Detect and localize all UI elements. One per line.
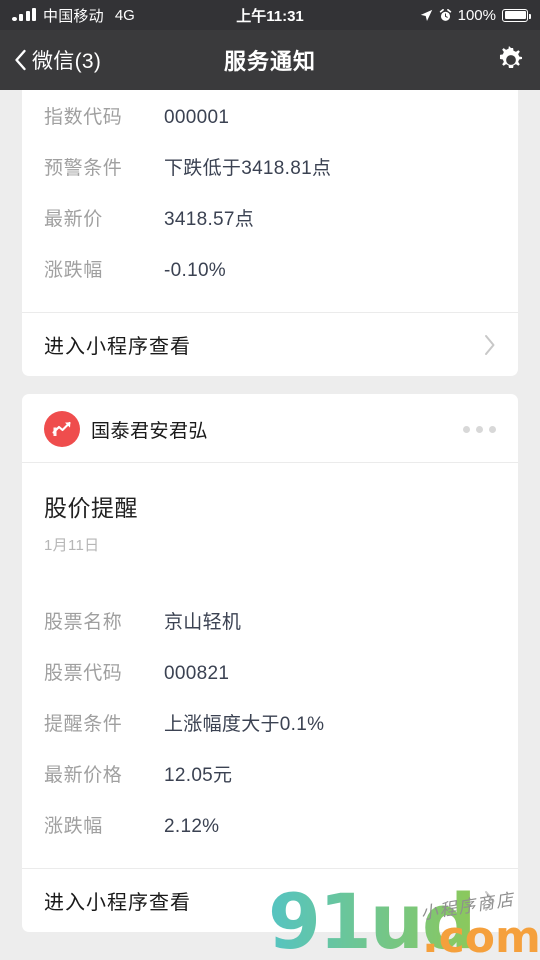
open-miniprogram-button[interactable]: 进入小程序查看 (22, 312, 518, 376)
open-miniprogram-button[interactable]: 进入小程序查看 (22, 868, 518, 932)
back-button[interactable]: 微信(3) (14, 45, 101, 75)
chevron-left-icon (15, 49, 26, 71)
table-row: 提醒条件 上涨幅度大于0.1% (44, 709, 496, 736)
phone-screen: 中国移动 4G 上午11:31 100% 微信(3) 服务通知 指数代码 000… (0, 0, 540, 960)
row-key: 最新价格 (44, 765, 123, 786)
row-value: 12.05元 (164, 765, 233, 786)
battery-percent-label: 100% (457, 6, 496, 24)
battery-icon (502, 8, 531, 22)
table-row: 指数代码 000001 (44, 102, 496, 129)
notification-list[interactable]: 指数代码 000001 预警条件 下跌低于3418.81点 最新价 3418.5… (0, 90, 540, 960)
open-miniprogram-label: 进入小程序查看 (44, 892, 191, 914)
row-value: 3418.57点 (164, 209, 255, 230)
row-value: 2.12% (164, 816, 220, 837)
card-body: 指数代码 000001 预警条件 下跌低于3418.81点 最新价 3418.5… (22, 90, 518, 312)
row-key: 提醒条件 (44, 714, 123, 735)
signal-bars-icon (12, 8, 36, 21)
row-key: 涨跌幅 (44, 816, 103, 837)
row-key: 最新价 (44, 209, 103, 230)
chevron-right-icon (485, 890, 495, 911)
table-row: 股票代码 000821 (44, 658, 496, 685)
row-value: 下跌低于3418.81点 (164, 158, 332, 179)
notification-card[interactable]: 国泰君安君弘 股价提醒 1月11日 股票名称 京山轻机 股票代码 000821 (22, 394, 518, 932)
row-value: -0.10% (164, 260, 227, 281)
message-date: 1月11日 (44, 537, 100, 554)
status-bar-right: 100% (420, 6, 531, 24)
alarm-clock-icon (439, 8, 451, 21)
table-row: 最新价 3418.57点 (44, 204, 496, 231)
app-name-label: 国泰君安君弘 (91, 420, 209, 442)
trending-up-chart-icon (52, 421, 71, 436)
table-row: 最新价格 12.05元 (44, 760, 496, 787)
open-miniprogram-label: 进入小程序查看 (44, 336, 191, 358)
navigation-bar: 微信(3) 服务通知 (0, 30, 540, 90)
card-header: 国泰君安君弘 (22, 394, 518, 463)
detail-list: 股票名称 京山轻机 股票代码 000821 提醒条件 上涨幅度大于0.1% 最新… (44, 607, 496, 858)
message-title: 股价提醒 (44, 495, 138, 521)
carrier-label: 中国移动 (43, 7, 104, 25)
avatar (44, 411, 80, 447)
row-key: 股票名称 (44, 612, 123, 633)
card-body: 股价提醒 1月11日 股票名称 京山轻机 股票代码 000821 提醒条件 上涨… (22, 463, 518, 868)
row-key: 预警条件 (44, 158, 123, 179)
network-type-label: 4G (114, 6, 135, 24)
table-row: 股票名称 京山轻机 (44, 607, 496, 634)
status-bar-left: 中国移动 4G (12, 5, 135, 26)
row-value: 京山轻机 (164, 612, 242, 633)
row-key: 股票代码 (44, 663, 123, 684)
row-value: 000821 (164, 663, 230, 684)
table-row: 涨跌幅 -0.10% (44, 255, 496, 282)
status-bar: 中国移动 4G 上午11:31 100% (0, 0, 540, 30)
notification-card[interactable]: 指数代码 000001 预警条件 下跌低于3418.81点 最新价 3418.5… (22, 90, 518, 376)
row-key: 涨跌幅 (44, 260, 103, 281)
row-key: 指数代码 (44, 107, 123, 128)
gear-icon[interactable] (496, 45, 526, 75)
more-horizontal-icon[interactable] (463, 425, 496, 433)
table-row: 涨跌幅 2.12% (44, 811, 496, 838)
row-value: 000001 (164, 107, 230, 128)
detail-list: 指数代码 000001 预警条件 下跌低于3418.81点 最新价 3418.5… (44, 98, 496, 302)
location-arrow-icon (420, 9, 432, 21)
row-value: 上涨幅度大于0.1% (164, 714, 325, 735)
back-button-label: 微信(3) (32, 50, 102, 73)
table-row: 预警条件 下跌低于3418.81点 (44, 153, 496, 180)
chevron-right-icon (485, 334, 495, 355)
